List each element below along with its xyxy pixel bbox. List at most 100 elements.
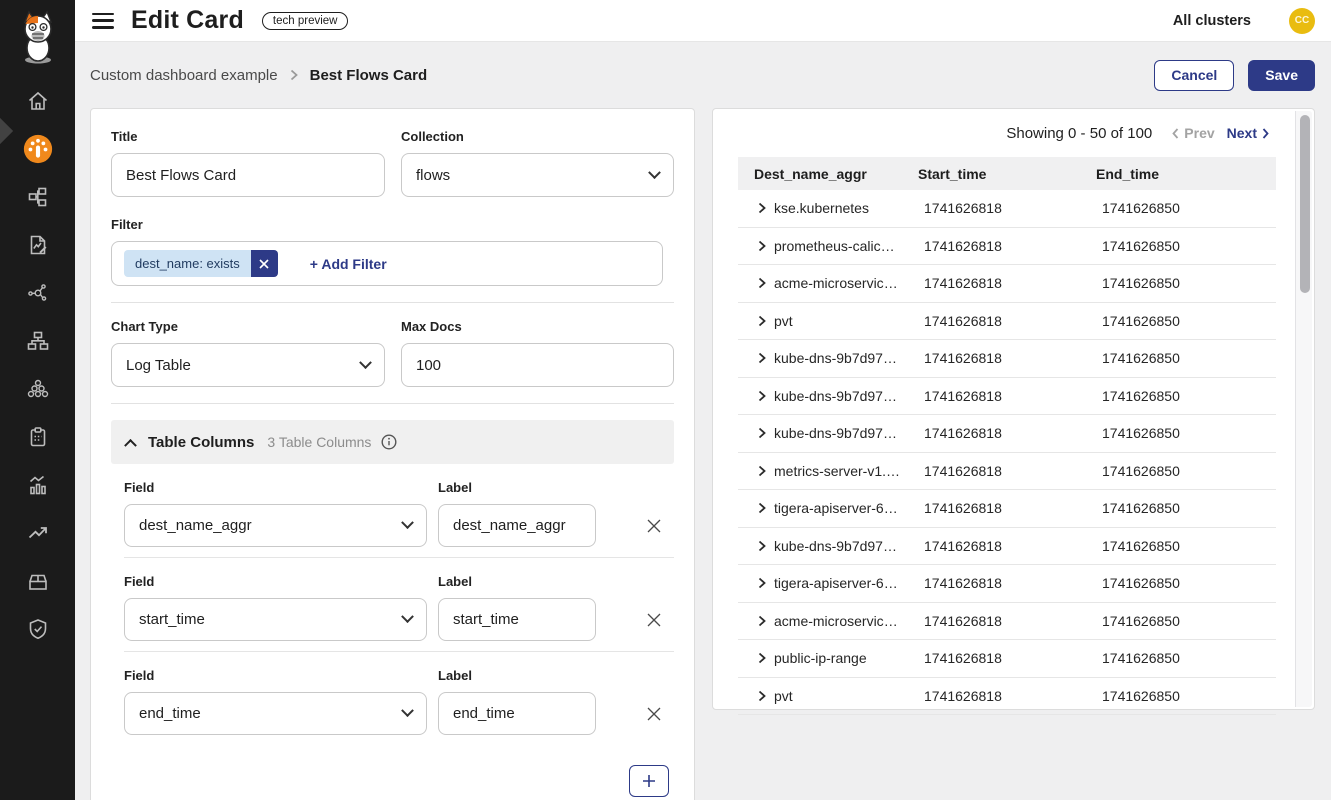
breadcrumb-parent-link[interactable]: Custom dashboard example	[90, 67, 278, 84]
table-row[interactable]: tigera-apiserver-6b… 1741626818 17416268…	[738, 490, 1276, 528]
all-clusters-selector[interactable]: All clusters	[1173, 13, 1251, 29]
table-row[interactable]: kube-dns-9b7d977f… 1741626818 1741626850	[738, 528, 1276, 566]
end-time-cell: 1741626850	[1096, 613, 1276, 629]
end-time-cell: 1741626850	[1096, 200, 1276, 216]
next-page-button[interactable]: Next	[1227, 125, 1269, 141]
expand-row-chevron-icon[interactable]	[758, 690, 766, 702]
label-label: Label	[438, 668, 596, 683]
table-row[interactable]: tigera-apiserver-6b… 1741626818 17416268…	[738, 565, 1276, 603]
table-row[interactable]: kube-dns-9b7d977f… 1741626818 1741626850	[738, 378, 1276, 416]
info-icon[interactable]	[381, 434, 397, 450]
filter-chip: dest_name: exists	[124, 250, 278, 277]
end-time-cell: 1741626850	[1096, 350, 1276, 366]
remove-column-button[interactable]	[646, 518, 662, 534]
sidebar-item-topology[interactable]	[0, 173, 75, 221]
table-row[interactable]: kse.kubernetes 1741626818 1741626850	[738, 190, 1276, 228]
divider	[111, 302, 674, 303]
table-row[interactable]: public-ip-range 1741626818 1741626850	[738, 640, 1276, 678]
dashboard-gauge-icon	[22, 133, 54, 165]
sidebar-item-service-graph[interactable]	[0, 269, 75, 317]
service-graph-icon	[27, 282, 49, 304]
table-row[interactable]: kube-dns-9b7d977f… 1741626818 1741626850	[738, 340, 1276, 378]
field-select[interactable]: dest_name_aggr	[124, 504, 427, 547]
expand-row-chevron-icon[interactable]	[758, 502, 766, 514]
dest-name-cell: kube-dns-9b7d977f…	[774, 425, 902, 441]
dest-name-cell: kube-dns-9b7d977f…	[774, 538, 902, 554]
sidebar-item-compliance[interactable]	[0, 413, 75, 461]
add-filter-link[interactable]: + Add Filter	[310, 256, 387, 272]
scrollbar-thumb[interactable]	[1300, 115, 1310, 293]
label-input[interactable]	[438, 692, 596, 735]
sidebar-item-sitemap[interactable]	[0, 317, 75, 365]
end-time-cell: 1741626850	[1096, 650, 1276, 666]
end-time-cell: 1741626850	[1096, 500, 1276, 516]
expand-row-chevron-icon[interactable]	[758, 202, 766, 214]
chevron-left-icon	[1172, 128, 1179, 139]
sidebar-item-statistics[interactable]	[0, 461, 75, 509]
sidebar-item-cluster[interactable]	[0, 365, 75, 413]
end-time-cell: 1741626850	[1096, 275, 1276, 291]
dest-name-cell: kse.kubernetes	[774, 200, 869, 216]
table-row[interactable]: prometheus-calico… 1741626818 1741626850	[738, 228, 1276, 266]
expand-row-chevron-icon[interactable]	[758, 352, 766, 364]
end-time-cell: 1741626850	[1096, 538, 1276, 554]
expand-row-chevron-icon[interactable]	[758, 615, 766, 627]
table-row[interactable]: acme-microservice… 1741626818 1741626850	[738, 603, 1276, 641]
sidebar	[0, 0, 75, 800]
sidebar-item-reports[interactable]	[0, 221, 75, 269]
collection-select[interactable]: flows	[401, 153, 674, 197]
end-time-cell: 1741626850	[1096, 313, 1276, 329]
sidebar-item-trends[interactable]	[0, 509, 75, 557]
filter-chip-remove-button[interactable]	[251, 250, 278, 277]
sidebar-item-home[interactable]	[0, 77, 75, 125]
table-row[interactable]: metrics-server-v1.3… 1741626818 17416268…	[738, 453, 1276, 491]
table-row[interactable]: pvt 1741626818 1741626850	[738, 303, 1276, 341]
divider	[124, 557, 674, 558]
field-select[interactable]: start_time	[124, 598, 427, 641]
sidebar-item-packages[interactable]	[0, 557, 75, 605]
user-avatar[interactable]: CC	[1289, 8, 1315, 34]
cancel-button[interactable]: Cancel	[1154, 60, 1234, 91]
label-input[interactable]	[438, 504, 596, 547]
table-columns-header[interactable]: Table Columns 3 Table Columns	[111, 420, 674, 464]
remove-column-button[interactable]	[646, 612, 662, 628]
divider	[124, 651, 674, 652]
expand-row-chevron-icon[interactable]	[758, 240, 766, 252]
calico-logo[interactable]	[0, 0, 75, 76]
prev-page-button[interactable]: Prev	[1172, 125, 1214, 141]
table-row[interactable]: pvt 1741626818 1741626850	[738, 678, 1276, 716]
expand-row-chevron-icon[interactable]	[758, 277, 766, 289]
expand-row-chevron-icon[interactable]	[758, 427, 766, 439]
filter-chip-text: dest_name: exists	[124, 250, 251, 277]
expand-row-chevron-icon[interactable]	[758, 577, 766, 589]
field-select[interactable]: end_time	[124, 692, 427, 735]
sidebar-item-threat-defense[interactable]	[0, 605, 75, 653]
add-column-button[interactable]	[629, 765, 669, 797]
label-input[interactable]	[438, 598, 596, 641]
table-row[interactable]: kube-dns-9b7d977f… 1741626818 1741626850	[738, 415, 1276, 453]
title-input[interactable]	[111, 153, 385, 197]
expand-row-chevron-icon[interactable]	[758, 315, 766, 327]
expand-row-chevron-icon[interactable]	[758, 652, 766, 664]
expand-row-chevron-icon[interactable]	[758, 390, 766, 402]
save-button[interactable]: Save	[1248, 60, 1315, 91]
chart-type-select[interactable]: Log Table	[111, 343, 385, 387]
clipboard-icon	[27, 426, 49, 448]
expand-row-chevron-icon[interactable]	[758, 540, 766, 552]
start-time-cell: 1741626818	[918, 538, 1096, 554]
end-time-cell: 1741626850	[1096, 425, 1276, 441]
expand-row-chevron-icon[interactable]	[758, 465, 766, 477]
start-time-cell: 1741626818	[918, 613, 1096, 629]
table-row[interactable]: acme-microservice… 1741626818 1741626850	[738, 265, 1276, 303]
home-icon	[27, 90, 49, 112]
field-label: Field	[124, 480, 427, 495]
filter-box[interactable]: dest_name: exists + Add Filter	[111, 241, 663, 286]
chart-stats-icon	[27, 474, 49, 496]
end-time-cell: 1741626850	[1096, 388, 1276, 404]
max-docs-input[interactable]	[401, 343, 674, 387]
sidebar-item-dashboard[interactable]	[0, 125, 75, 173]
table-header-row: Dest_name_aggr Start_time End_time	[738, 157, 1276, 190]
column-header: End_time	[1096, 166, 1276, 182]
remove-column-button[interactable]	[646, 706, 662, 722]
menu-button[interactable]	[92, 13, 114, 29]
